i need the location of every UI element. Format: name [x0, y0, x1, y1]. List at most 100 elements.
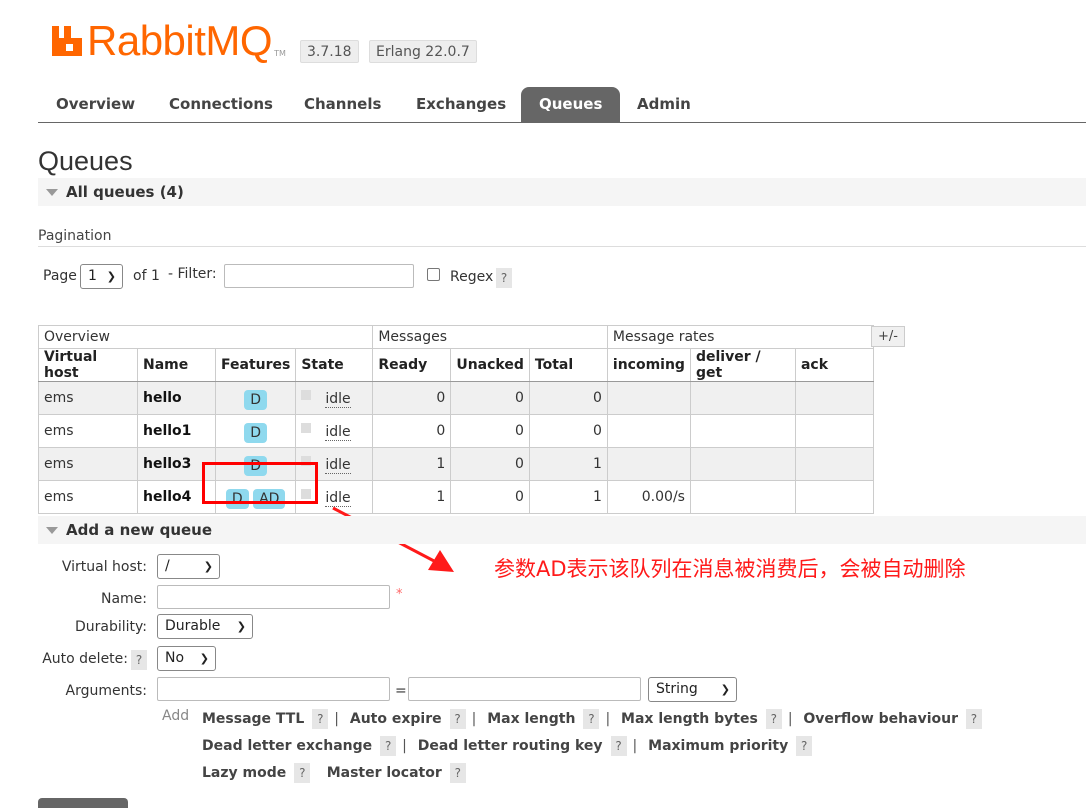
cell-ack [794, 381, 874, 415]
cell-deliver-get [689, 447, 796, 481]
cell-deliver-get [689, 381, 796, 415]
column-header-name[interactable]: Name [137, 348, 216, 382]
logo-text: RabbitMQ [87, 17, 273, 64]
divider [38, 246, 1086, 247]
table-row: ems hello3 D idle 1 0 1 [38, 447, 874, 481]
filter-input[interactable] [224, 264, 414, 288]
durability-select[interactable]: Durable ❯ [157, 614, 253, 639]
separator: | [632, 738, 638, 754]
help-icon[interactable]: ? [765, 709, 782, 729]
argument-type-select[interactable]: String ❯ [648, 677, 737, 702]
cell-deliver-get [689, 414, 796, 448]
column-header-ready[interactable]: Ready [372, 348, 452, 382]
chevron-down-icon: ❯ [203, 560, 213, 573]
cell-unacked: 0 [450, 447, 530, 481]
tab-overview[interactable]: Overview [38, 87, 153, 122]
table-row: ems hello D idle 0 0 0 [38, 381, 874, 415]
help-icon[interactable]: ? [380, 736, 397, 756]
tab-channels[interactable]: Channels [286, 87, 399, 122]
feature-badge-durable: D [244, 423, 268, 443]
regex-help-icon[interactable]: ? [496, 268, 512, 288]
help-icon[interactable]: ? [449, 763, 466, 783]
help-icon[interactable]: ? [796, 736, 813, 756]
tab-connections[interactable]: Connections [151, 87, 291, 122]
column-header-state[interactable]: State [295, 348, 374, 382]
arg-link-max-length[interactable]: Max length [487, 711, 575, 727]
arg-link-lazy-mode[interactable]: Lazy mode [202, 765, 286, 781]
arg-link-dead-letter-exchange[interactable]: Dead letter exchange [202, 738, 372, 754]
column-header-unacked[interactable]: Unacked [450, 348, 530, 382]
all-queues-heading: All queues (4) [66, 183, 184, 201]
cell-incoming [606, 381, 691, 415]
page-count-label: of 1 [133, 268, 160, 284]
column-header-ack[interactable]: ack [794, 348, 874, 382]
page-title: Queues [38, 146, 133, 176]
arg-link-auto-expire[interactable]: Auto expire [350, 711, 442, 727]
add-queue-heading: Add a new queue [66, 521, 213, 539]
virtual-host-value: / [165, 558, 170, 574]
all-queues-section-toggle[interactable]: All queues (4) [38, 178, 1086, 206]
help-icon[interactable]: ? [965, 709, 982, 729]
arg-link-overflow-behaviour[interactable]: Overflow behaviour [803, 711, 958, 727]
auto-delete-help-icon[interactable]: ? [131, 650, 147, 670]
cell-unacked: 0 [450, 414, 530, 448]
add-queue-button[interactable] [38, 798, 128, 808]
arg-link-master-locator[interactable]: Master locator [327, 765, 442, 781]
virtual-host-select[interactable]: / ❯ [157, 554, 220, 579]
chevron-down-icon: ❯ [720, 683, 730, 696]
tab-admin[interactable]: Admin [619, 87, 709, 122]
cell-incoming [606, 447, 691, 481]
cell-incoming: 0.00/s [606, 480, 691, 514]
column-toggle-button[interactable]: +/- [871, 326, 905, 347]
chevron-down-icon: ❯ [106, 270, 116, 283]
rabbitmq-logo-icon [50, 24, 84, 58]
help-icon[interactable]: ? [610, 736, 627, 756]
virtual-host-label: Virtual host: [61, 559, 147, 575]
collapse-triangle-icon [46, 527, 58, 534]
chevron-down-icon: ❯ [199, 652, 209, 665]
auto-delete-value: No [165, 650, 185, 666]
state-text: idle [325, 456, 351, 474]
cell-total: 0 [528, 381, 608, 415]
table-row: ems hello1 D idle 0 0 0 [38, 414, 874, 448]
argument-key-input[interactable] [157, 677, 390, 701]
durability-value: Durable [165, 618, 221, 634]
group-header-message-rates: Message rates [606, 325, 874, 349]
queue-name-link[interactable]: hello1 [137, 414, 216, 448]
help-icon[interactable]: ? [449, 709, 466, 729]
queue-name-input[interactable] [157, 585, 390, 609]
queues-table: Overview Messages Message rates Virtual … [37, 325, 874, 514]
column-header-incoming[interactable]: incoming [606, 348, 691, 382]
logo-trademark: TM [274, 49, 286, 58]
separator [316, 765, 320, 781]
cell-total: 1 [528, 447, 608, 481]
add-queue-section-toggle[interactable]: Add a new queue [38, 516, 1086, 544]
regex-checkbox[interactable] [427, 268, 440, 281]
tab-exchanges[interactable]: Exchanges [398, 87, 524, 122]
column-header-total[interactable]: Total [528, 348, 608, 382]
arg-link-maximum-priority[interactable]: Maximum priority [648, 738, 788, 754]
queue-name-link[interactable]: hello [137, 381, 216, 415]
argument-value-input[interactable] [408, 677, 641, 701]
column-header-deliver-get[interactable]: deliver / get [689, 348, 796, 382]
help-icon[interactable]: ? [583, 709, 600, 729]
required-marker: * [396, 587, 403, 602]
collapse-triangle-icon [46, 189, 58, 196]
arg-link-max-length-bytes[interactable]: Max length bytes [621, 711, 758, 727]
help-icon[interactable]: ? [312, 709, 329, 729]
cell-total: 1 [528, 480, 608, 514]
arg-link-dead-letter-routing-key[interactable]: Dead letter routing key [418, 738, 603, 754]
column-header-features: Features [214, 348, 297, 382]
page-select[interactable]: 1 ❯ [80, 264, 123, 289]
help-icon[interactable]: ? [294, 763, 311, 783]
separator: | [334, 711, 339, 727]
group-header-messages: Messages [372, 325, 608, 349]
cell-vhost: ems [38, 414, 138, 448]
cell-unacked: 0 [450, 381, 530, 415]
tab-queues[interactable]: Queues [521, 87, 621, 122]
highlight-box [202, 462, 318, 504]
column-header-virtual-host[interactable]: Virtual host [38, 348, 138, 382]
arg-link-message-ttl[interactable]: Message TTL [202, 711, 304, 727]
cell-ready: 1 [372, 447, 452, 481]
auto-delete-select[interactable]: No ❯ [157, 646, 216, 671]
